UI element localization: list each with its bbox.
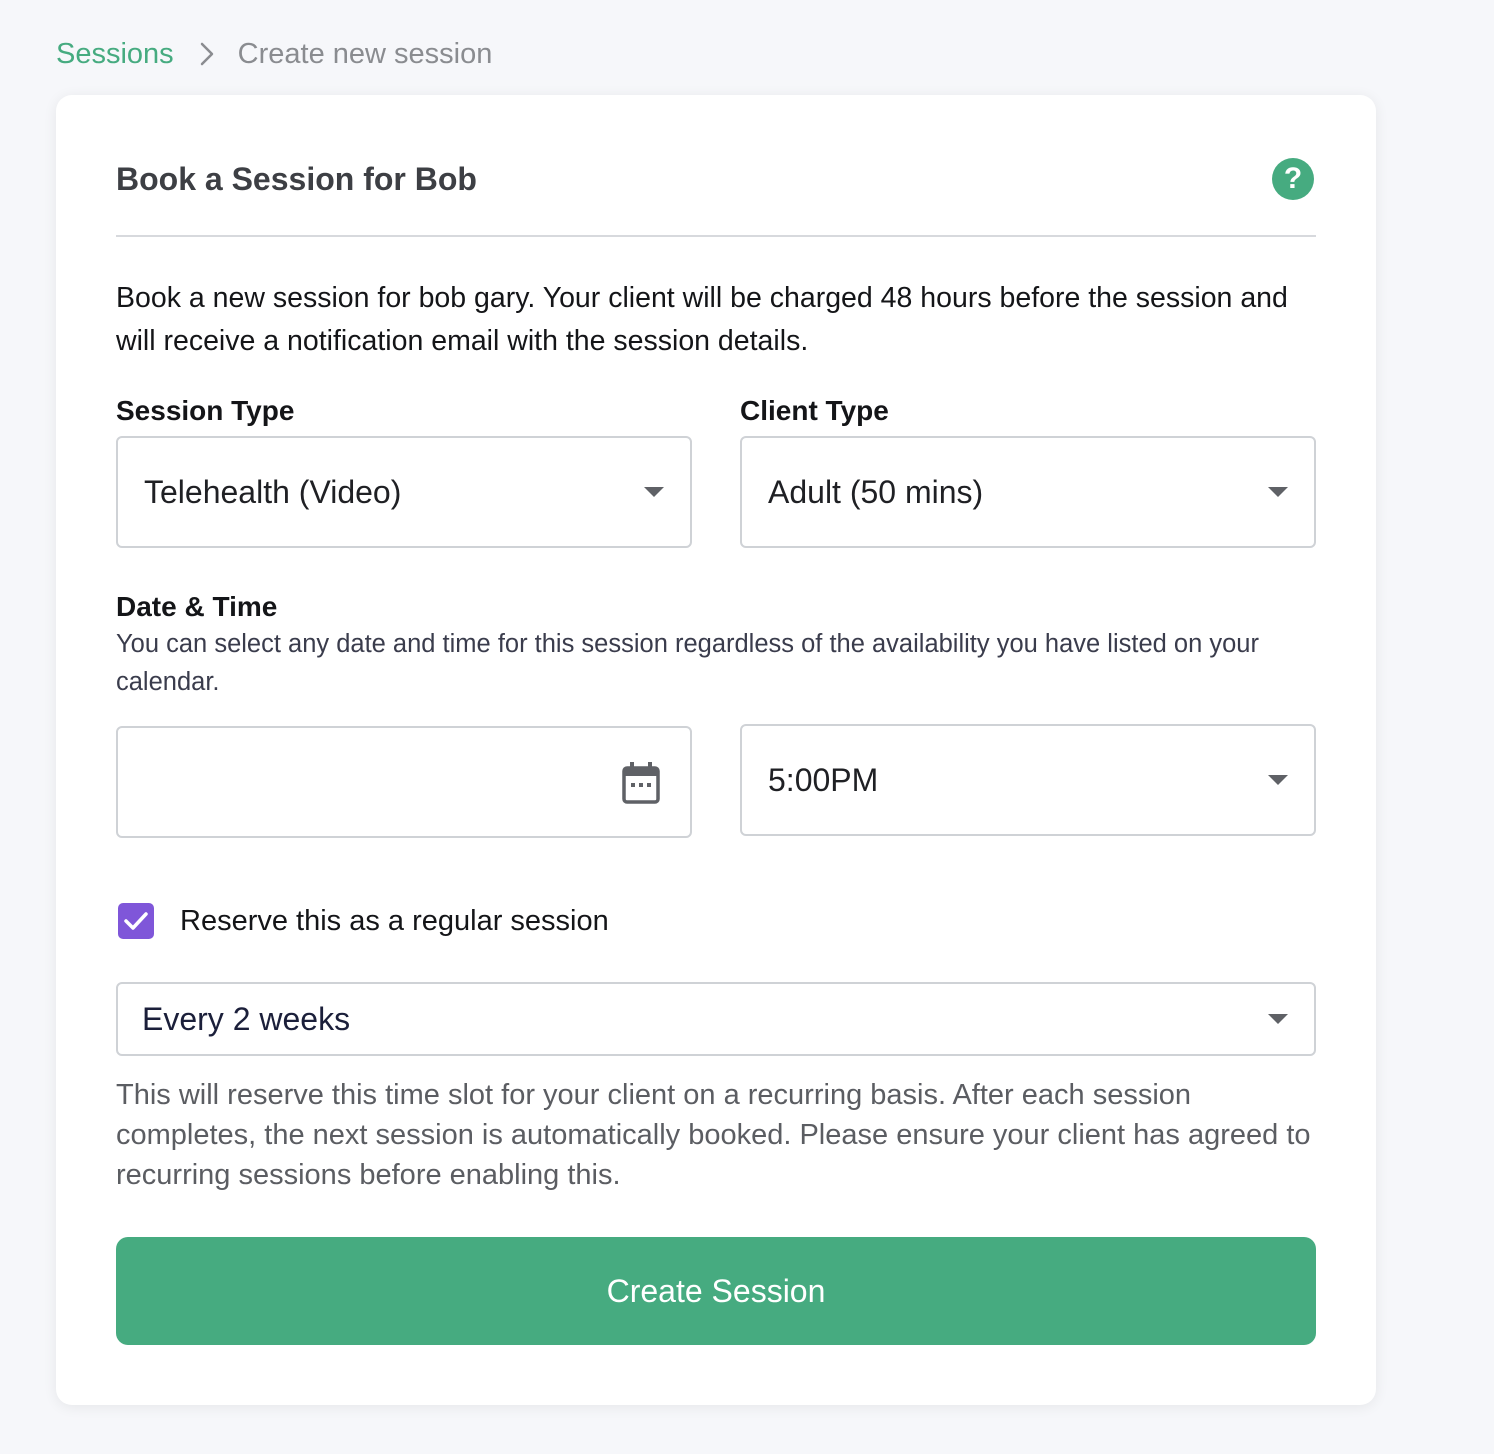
caret-down-icon: [1268, 487, 1288, 497]
client-type-label: Client Type: [740, 395, 889, 426]
time-select[interactable]: 5:00PM: [740, 724, 1316, 836]
caret-down-icon: [644, 487, 664, 497]
client-type-select[interactable]: Adult (50 mins): [740, 436, 1316, 548]
breadcrumb: Sessions Create new session: [56, 34, 492, 74]
checkmark-icon: [124, 912, 148, 930]
date-input[interactable]: [116, 726, 692, 838]
recurring-checkbox[interactable]: [118, 903, 154, 939]
session-type-value: Telehealth (Video): [144, 473, 402, 510]
client-type-value: Adult (50 mins): [768, 473, 984, 510]
recurring-checkbox-row: Reserve this as a regular session: [118, 901, 609, 941]
frequency-value: Every 2 weeks: [142, 1000, 351, 1037]
date-time-helper: You can select any date and time for thi…: [116, 630, 1259, 696]
frequency-select[interactable]: Every 2 weeks: [116, 982, 1316, 1056]
intro-text: Book a new session for bob gary. Your cl…: [116, 282, 1288, 357]
recurring-note: This will reserve this time slot for you…: [116, 1079, 1311, 1191]
calendar-icon[interactable]: [622, 762, 660, 804]
caret-down-icon: [1268, 1014, 1288, 1024]
session-type-select[interactable]: Telehealth (Video): [116, 436, 692, 548]
book-session-card: Book a Session for Bob ? Book a new sess…: [56, 95, 1376, 1405]
session-type-label: Session Type: [116, 395, 295, 426]
question-circle-icon[interactable]: ?: [1272, 158, 1314, 200]
breadcrumb-current: Create new session: [237, 37, 493, 70]
card-header: Book a Session for Bob ?: [116, 153, 1316, 205]
breadcrumb-sessions-link[interactable]: Sessions: [56, 38, 174, 71]
create-session-button[interactable]: Create Session: [116, 1237, 1316, 1345]
date-time-label: Date & Time: [116, 591, 278, 622]
card-title: Book a Session for Bob: [116, 160, 477, 197]
chevron-right-icon: [200, 42, 214, 66]
time-value: 5:00PM: [768, 761, 879, 798]
recurring-checkbox-label[interactable]: Reserve this as a regular session: [180, 905, 609, 938]
header-divider: [116, 235, 1316, 237]
caret-down-icon: [1268, 775, 1288, 785]
